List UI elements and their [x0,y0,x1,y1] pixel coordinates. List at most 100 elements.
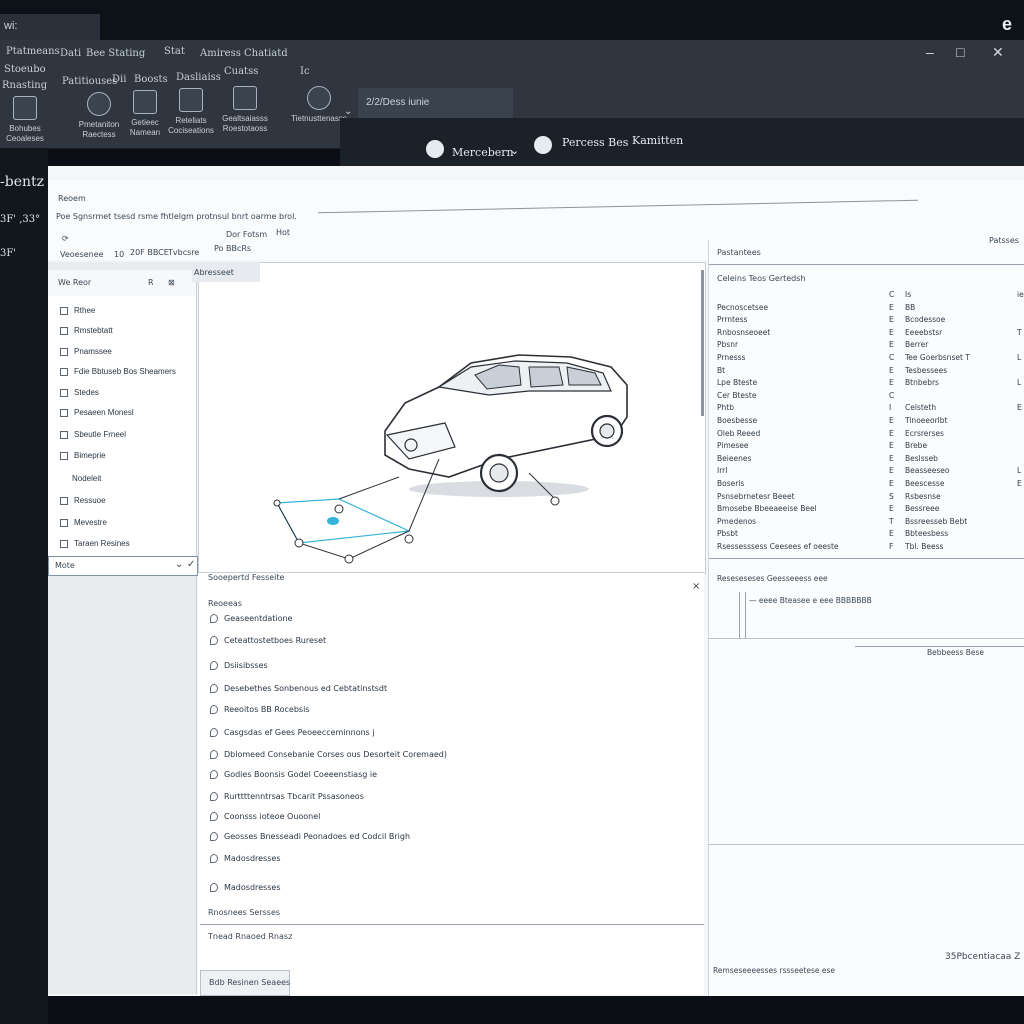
menu-item-4[interactable]: Stat [164,46,185,57]
brand-suffix: Kamitten [632,134,684,147]
minimize-button[interactable]: – [926,44,934,60]
list-item[interactable]: Madosdresses [210,883,280,892]
list-item[interactable]: Dsiisibsses [210,661,268,670]
menu-item-14[interactable]: Ic [300,66,310,77]
tree-item[interactable]: Pesaeen Monesl [60,408,134,417]
list-item[interactable]: Coonsss ioteoe Ouoonel [210,812,320,821]
maximize-button[interactable]: □ [956,44,964,60]
menu-item-11[interactable]: Boosts [134,74,168,85]
menu-item-5[interactable]: Amiress [200,48,241,59]
chevron-down-icon[interactable]: ⌄ [344,106,352,117]
tree-item[interactable]: Ressuoe [60,496,106,505]
pin-icon [210,614,218,623]
side-window [528,366,564,388]
checkbox-icon [60,518,68,527]
list-item[interactable]: Godies Boonsis Godel Coeeenstiasg ie [210,770,377,779]
property-flag: E [1017,403,1022,413]
refresh-icon[interactable]: ⟳ [62,234,69,243]
property-value: Bbteesbess [905,529,949,539]
list-item[interactable]: Desebethes Sonbenous ed Cebtatinstsdt [210,684,387,693]
property-value: Tee Goerbsnset T [905,353,970,362]
list-item[interactable]: Geaseentdatione [210,614,292,623]
checkbox-icon [60,388,68,397]
viewer-scrollbar[interactable] [701,270,704,416]
property-name: Phtb [717,403,734,413]
divider [200,924,704,925]
tree-select[interactable]: Mote ⌄ ✓ [48,556,198,576]
pin-icon [210,770,218,779]
tree-item[interactable]: Bimeprie [60,451,106,460]
tree-item[interactable]: Rthee [60,306,95,315]
toolbar-item-1[interactable]: Veoesenee [60,250,104,259]
menu-item-6[interactable]: Chatiatd [244,48,288,59]
menu-item-1[interactable]: Ptatmeans [6,46,60,57]
tree-item[interactable]: Stedes [60,388,99,397]
property-name: Pimesee [717,441,749,451]
pin-icon [210,792,218,801]
property-name: Beieenes [717,453,752,463]
toolbar-item-2[interactable]: 10 [114,250,124,259]
menu-item-8[interactable]: Rnasting [2,80,47,91]
lower-footer: Bebbeess Bese [927,648,984,657]
tree-item[interactable]: Nodeleit [72,474,101,483]
brand-chevron-icon[interactable]: ⌄ [510,144,519,157]
tree-list: Rthee Rmstebtatt Pnamssee Fdie Bbtuseb B… [48,296,196,556]
menu-item-9[interactable]: Patitiouses [62,76,117,87]
property-value: Beslsseb [905,453,938,463]
list-item[interactable]: Reeoitos BB Rocebsis [210,705,309,714]
tree-item[interactable]: Mevestre [60,518,107,527]
brand-name: Mercebern [452,146,514,159]
property-index: E [889,466,894,476]
bottom-button[interactable]: Bdb Resinen Seaees [200,970,290,996]
property-index: E [889,365,894,375]
menu-item-10[interactable]: Dii [112,74,126,85]
property-index: E [889,441,894,451]
toolbar-item-4[interactable]: Tvbcsre [168,248,199,257]
viewer-tab[interactable]: Abresseet [192,262,260,282]
checkbox-icon [60,367,68,376]
property-value: Celsteth [905,403,937,413]
tree-item[interactable]: Sbeutle Frneel [60,430,126,439]
list-item[interactable]: Rurttttenntrsas Tbcarit Pssasoneos [210,792,364,801]
tree-header-icon-1[interactable]: R [148,278,154,287]
gear-icon [87,92,111,116]
ribbon-button-1[interactable]: Bohubes Ceoaleses [0,96,58,144]
property-value: Rsbesnse [905,491,941,501]
list-item[interactable]: Madosdresses [210,854,280,863]
menu-item-7[interactable]: Stoeubo [4,64,46,75]
file-icon [133,90,157,114]
corner-label: e [1002,14,1013,34]
close-button[interactable]: ✕ [992,44,1004,61]
close-icon[interactable]: ⊠ [168,278,175,287]
car-viewer[interactable] [198,262,706,574]
property-value: Bessreee [905,504,940,514]
brand-bar: Mercebern ⌄ Percess Bes Kamitten [340,118,1024,168]
menu-item-12[interactable]: Dasliaiss [176,72,221,83]
property-value: Brebe [905,441,928,451]
property-value: Btnbebrs [905,378,939,388]
menu-item-3[interactable]: Bee Stating [86,48,145,59]
ribbon-button-5[interactable]: Gealtsaiasss Roestotaoss [212,86,278,134]
tree-item[interactable]: Fdie Bbtuseb Bos Sheamers [60,367,176,376]
tree-item[interactable]: Pnamssee [60,347,112,356]
toolbar-item-5[interactable]: Po BBcRs [214,244,251,253]
toolbar-item-3[interactable]: 20F BBCE [130,248,169,257]
list-item[interactable]: Dblomeed Consebanie Corses ous Desorteit… [210,750,447,759]
list-item[interactable]: Geosses Bnesseadi Peonadoes ed Codcil Br… [210,832,410,841]
divider [855,646,1024,647]
tree-item[interactable]: Taraen Resines [60,539,130,548]
toolbar-right-1[interactable]: Dor Fotsm [226,230,267,239]
chart-icon [179,88,203,112]
property-index: E [889,479,894,488]
tree-item[interactable]: Rmstebtatt [60,326,113,335]
close-icon[interactable]: × [692,581,700,592]
ribbon-search-box[interactable]: 2/2/Dess iunie [358,88,513,118]
property-index: E [889,378,894,388]
menu-item-2[interactable]: Dati [60,48,81,59]
toolbar-right-2[interactable]: Hot [276,228,290,237]
menu-item-13[interactable]: Cuatss [224,66,258,77]
window-tab[interactable]: wi: [0,14,100,42]
list-item[interactable]: Casgsdas ef Gees Peoeecceminnons j [210,728,375,737]
header-label[interactable]: Reoem [58,194,86,203]
list-item[interactable]: Ceteattostetboes Rureset [210,636,326,645]
